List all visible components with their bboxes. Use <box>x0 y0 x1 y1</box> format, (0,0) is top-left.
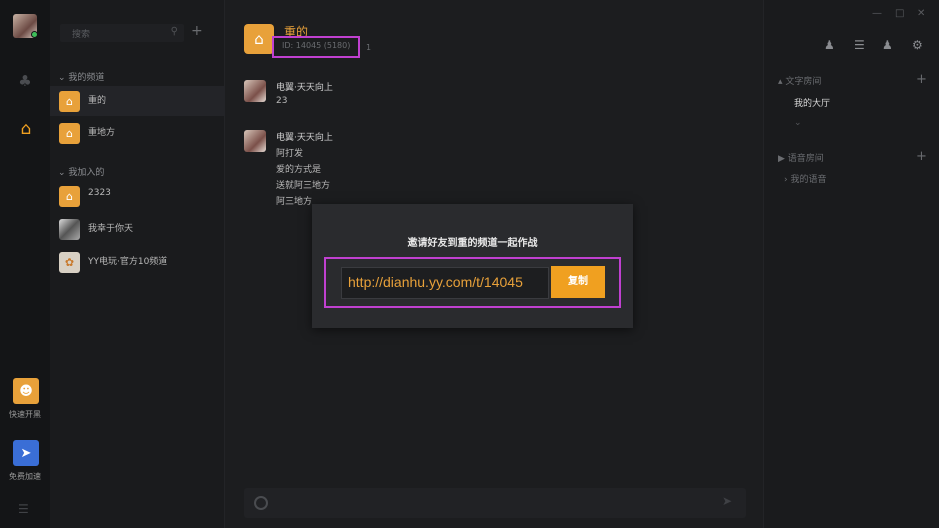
group-joined[interactable]: ⌄ 我加入的 <box>58 165 104 178</box>
speed-boost-label: 免费加速 <box>9 472 41 481</box>
add-user-icon[interactable]: ♟ <box>824 38 835 52</box>
group-mine[interactable]: ⌄ 我的频道 <box>58 70 104 83</box>
rocket-icon: ➤ <box>20 445 32 461</box>
quick-channel-button[interactable]: ☻ <box>13 378 39 404</box>
voice-rooms-label: 语音房间 <box>787 154 824 164</box>
users-icon: ☻ <box>19 383 33 399</box>
left-rail: ♣ ⌂ ☻ 快速开黑 ➤ 免费加速 ☰ <box>0 0 50 528</box>
dialog-title: 邀请好友到重的频道一起作战 <box>407 238 538 249</box>
channel-avatar <box>59 219 80 240</box>
add-text-room-icon[interactable]: + <box>916 72 927 87</box>
message-text: 阿三地方 <box>276 197 313 207</box>
member-icon[interactable]: ♟ <box>882 38 893 52</box>
online-status-icon <box>31 31 38 38</box>
home-icon: ⌂ <box>59 123 80 144</box>
channel-item-label: 我幸于你天 <box>88 224 134 234</box>
home-icon: ⌂ <box>59 91 80 112</box>
text-rooms-header[interactable]: ▴ 文字房间 <box>778 74 821 87</box>
sender-name[interactable]: 电翼·天天向上 <box>276 130 333 143</box>
channel-item-label: 重地方 <box>88 128 116 138</box>
menu-icon[interactable]: ☰ <box>18 502 29 516</box>
home-icon[interactable]: ⌂ <box>16 120 36 138</box>
quick-channel-label: 快速开黑 <box>9 410 41 419</box>
channel-item-label: 2323 <box>88 188 111 198</box>
add-voice-room-icon[interactable]: + <box>916 149 927 164</box>
message-text: 送就阿三地方 <box>276 181 331 191</box>
message-text: 爱的方式是 <box>276 165 322 175</box>
group-mine-label: 我的频道 <box>68 73 105 83</box>
message-input[interactable]: ➤ <box>244 488 746 518</box>
room-item[interactable]: 我的大厅 <box>794 96 830 109</box>
send-icon[interactable]: ➤ <box>722 494 732 508</box>
channel-item[interactable]: ⌂ 2323 <box>50 181 225 211</box>
minimize-icon[interactable]: — <box>872 8 882 19</box>
close-icon[interactable]: ✕ <box>917 8 925 19</box>
gamepad-icon[interactable]: ♣ <box>16 72 34 90</box>
message-text: 23 <box>276 96 288 106</box>
voice-rooms-header[interactable]: ▶ 语音房间 <box>778 151 824 164</box>
channel-item[interactable]: ⌂ 重地方 <box>50 118 225 148</box>
search-placeholder: 搜索 <box>72 30 91 40</box>
sender-name[interactable]: 电翼·天天向上 <box>276 80 333 93</box>
home-icon: ⌂ <box>244 24 274 54</box>
list-icon[interactable]: ☰ <box>854 38 865 52</box>
channel-list: 搜索 ⚲ + ⌄ 我的频道 ⌂ 重的 ⌂ 重地方 ⌄ 我加入的 ⌂ 2323 我… <box>50 0 225 528</box>
invite-link-field[interactable]: http://dianhu.yy.com/t/14045 <box>341 267 549 299</box>
member-count: 1 <box>366 43 372 52</box>
search-input[interactable]: 搜索 ⚲ <box>60 24 184 42</box>
group-joined-label: 我加入的 <box>68 168 105 178</box>
right-panel: — □ ✕ ♟ ☰ ♟ ⚙ ▴ 文字房间 + 我的大厅 ⌄ ▶ 语音房间 + ›… <box>763 0 939 528</box>
gear-icon[interactable]: ⚙ <box>912 38 923 52</box>
channel-id: ID: 14045 (5180) <box>282 41 351 50</box>
home-icon: ⌂ <box>59 186 80 207</box>
channel-item[interactable]: ⌂ 重的 <box>50 86 225 116</box>
channel-item[interactable]: ✿ YY电玩·官方10频道 <box>50 247 225 277</box>
text-rooms-label: 文字房间 <box>785 77 822 87</box>
speed-boost-button[interactable]: ➤ <box>13 440 39 466</box>
sender-avatar[interactable] <box>244 130 266 152</box>
invite-dialog: 邀请好友到重的频道一起作战 http://dianhu.yy.com/t/140… <box>312 204 633 328</box>
copy-button[interactable]: 复制 <box>551 266 605 298</box>
search-icon: ⚲ <box>170 26 178 37</box>
chevron-down-icon[interactable]: ⌄ <box>794 118 802 128</box>
add-icon[interactable]: + <box>191 23 203 39</box>
channel-item-label: 重的 <box>88 96 107 106</box>
room-item[interactable]: › 我的语音 <box>784 172 826 185</box>
channel-item[interactable]: 我幸于你天 <box>50 214 225 244</box>
maximize-icon[interactable]: □ <box>895 8 904 19</box>
channel-item-label: YY电玩·官方10频道 <box>88 257 168 267</box>
emoji-icon[interactable] <box>254 496 268 510</box>
room-item-label: 我的语音 <box>790 175 827 185</box>
message-text: 阿打发 <box>276 149 304 159</box>
fox-icon: ✿ <box>59 252 80 273</box>
sender-avatar[interactable] <box>244 80 266 102</box>
